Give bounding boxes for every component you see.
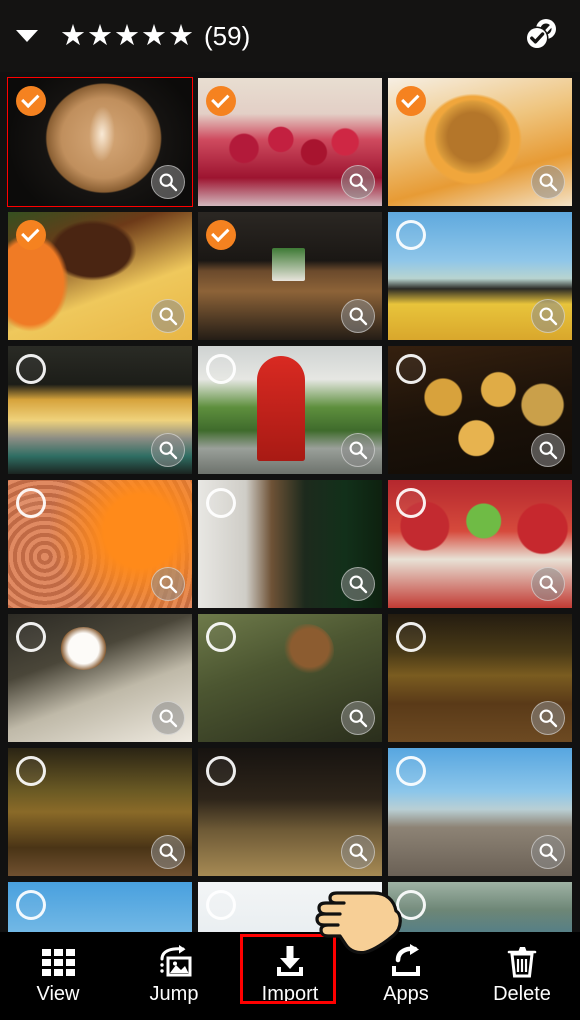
- circle-outline-icon[interactable]: [16, 622, 46, 652]
- check-circle-filled-icon[interactable]: [16, 220, 46, 250]
- photo-cell-raspberry-dessert[interactable]: [198, 78, 382, 206]
- photo-cell-terrier-running-leaves[interactable]: [8, 748, 192, 876]
- circle-outline-icon[interactable]: [16, 488, 46, 518]
- circle-outline-icon[interactable]: [206, 488, 236, 518]
- photo-browser-app: ★★★★★ (59) View Jump Import Apps Delete: [0, 0, 580, 1020]
- toolbar-button-jump[interactable]: Jump: [116, 932, 232, 1020]
- magnifier-icon[interactable]: [151, 701, 185, 735]
- toolbar-button-delete[interactable]: Delete: [464, 932, 580, 1020]
- circle-outline-icon[interactable]: [396, 622, 426, 652]
- magnifier-icon[interactable]: [531, 433, 565, 467]
- trash-can-icon: [501, 941, 543, 983]
- grid-view-icon: [41, 941, 75, 983]
- magnifier-icon[interactable]: [341, 165, 375, 199]
- circle-outline-icon[interactable]: [396, 354, 426, 384]
- rating-count: (59): [204, 21, 251, 51]
- photo-cell-shop-window-display[interactable]: [8, 346, 192, 474]
- jump-to-image-icon: [153, 941, 195, 983]
- check-circle-filled-icon[interactable]: [16, 86, 46, 116]
- photo-cell-terrier-profile-portrait[interactable]: [198, 614, 382, 742]
- magnifier-icon[interactable]: [341, 835, 375, 869]
- magnifier-icon[interactable]: [151, 165, 185, 199]
- header-bar: ★★★★★ (59): [0, 0, 580, 72]
- photo-cell-red-post-box[interactable]: [198, 346, 382, 474]
- magnifier-icon[interactable]: [151, 433, 185, 467]
- bottom-toolbar: View Jump Import Apps Delete: [0, 932, 580, 1020]
- photo-cell-terrier-on-beach[interactable]: [388, 748, 572, 876]
- photo-cell-yellow-umbrella-rooftop[interactable]: [388, 212, 572, 340]
- toolbar-label-import: Import: [261, 983, 319, 1005]
- photo-cell-orange-candy-jar[interactable]: [8, 480, 192, 608]
- chevron-down-icon[interactable]: [16, 30, 38, 42]
- download-icon: [269, 941, 311, 983]
- circle-outline-icon[interactable]: [396, 488, 426, 518]
- photo-cell-custard-tarts-tray[interactable]: [388, 346, 572, 474]
- toolbar-label-delete: Delete: [493, 983, 551, 1005]
- photo-grid[interactable]: [0, 74, 580, 1010]
- toolbar-label-view: View: [36, 983, 80, 1005]
- toolbar-label-apps: Apps: [383, 983, 429, 1005]
- photo-cell-bottle-shop-fridge[interactable]: [198, 480, 382, 608]
- circle-outline-icon[interactable]: [206, 756, 236, 786]
- photo-cell-remarkable-sweet-shop-jars[interactable]: [388, 480, 572, 608]
- toolbar-label-jump: Jump: [149, 983, 199, 1005]
- magnifier-icon[interactable]: [341, 299, 375, 333]
- circle-outline-icon[interactable]: [16, 890, 46, 920]
- magnifier-icon[interactable]: [531, 567, 565, 601]
- magnifier-icon[interactable]: [151, 299, 185, 333]
- share-export-icon: [385, 941, 427, 983]
- photo-cell-terrier-running-woods[interactable]: [388, 614, 572, 742]
- check-circle-filled-icon[interactable]: [206, 86, 236, 116]
- photo-cell-cafe-table-with-plant[interactable]: [198, 212, 382, 340]
- magnifier-icon[interactable]: [151, 835, 185, 869]
- magnifier-icon[interactable]: [341, 567, 375, 601]
- circle-outline-icon[interactable]: [206, 890, 236, 920]
- photo-cell-orange-slice-tart[interactable]: [388, 78, 572, 206]
- magnifier-icon[interactable]: [151, 567, 185, 601]
- circle-outline-icon[interactable]: [16, 756, 46, 786]
- photo-cell-pancake-with-syrup[interactable]: [8, 212, 192, 340]
- circle-outline-icon[interactable]: [396, 756, 426, 786]
- select-all-icon[interactable]: [518, 14, 562, 58]
- check-circle-filled-icon[interactable]: [206, 220, 236, 250]
- magnifier-icon[interactable]: [531, 165, 565, 199]
- magnifier-icon[interactable]: [531, 701, 565, 735]
- toolbar-button-view[interactable]: View: [0, 932, 116, 1020]
- circle-outline-icon[interactable]: [206, 354, 236, 384]
- magnifier-icon[interactable]: [531, 835, 565, 869]
- magnifier-icon[interactable]: [341, 433, 375, 467]
- magnifier-icon[interactable]: [341, 701, 375, 735]
- circle-outline-icon[interactable]: [396, 890, 426, 920]
- check-circle-filled-icon[interactable]: [396, 86, 426, 116]
- photo-cell-terrier-sitting[interactable]: [8, 614, 192, 742]
- circle-outline-icon[interactable]: [16, 354, 46, 384]
- toolbar-button-apps[interactable]: Apps: [348, 932, 464, 1020]
- circle-outline-icon[interactable]: [396, 220, 426, 250]
- photo-cell-terrier-running-field[interactable]: [198, 748, 382, 876]
- circle-outline-icon[interactable]: [206, 622, 236, 652]
- toolbar-button-import[interactable]: Import: [232, 932, 348, 1020]
- magnifier-icon[interactable]: [531, 299, 565, 333]
- photo-cell-latte-art-coffee-cup[interactable]: [7, 77, 193, 207]
- star-rating[interactable]: ★★★★★: [60, 21, 195, 51]
